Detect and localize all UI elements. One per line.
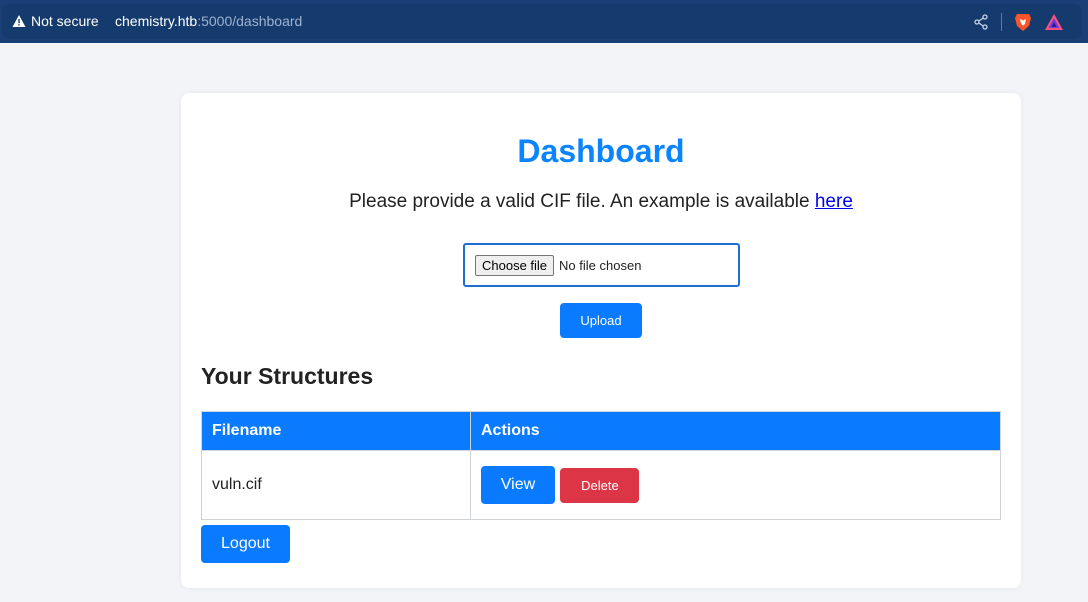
- share-icon[interactable]: [973, 14, 989, 30]
- brave-rewards-triangle-icon[interactable]: [1044, 13, 1064, 31]
- address-bar[interactable]: Not secure chemistry.htb:5000/dashboard: [2, 4, 1082, 39]
- structures-heading: Your Structures: [201, 363, 374, 389]
- url-text[interactable]: chemistry.htb:5000/dashboard: [115, 13, 302, 29]
- file-status-text: No file chosen: [559, 257, 642, 273]
- choose-file-button[interactable]: Choose file: [475, 254, 555, 276]
- actions-column-header: Actions: [470, 411, 1001, 451]
- upload-button[interactable]: Upload: [560, 303, 642, 338]
- upload-instructions: Please provide a valid CIF file. An exam…: [181, 191, 1021, 213]
- file-input[interactable]: Choose file No file chosen: [463, 243, 740, 287]
- browser-actions: [973, 12, 1064, 32]
- view-button[interactable]: View: [481, 466, 555, 504]
- warning-triangle-icon: [12, 15, 26, 27]
- table-row: vuln.cif View Delete: [201, 450, 1001, 520]
- page-title: Dashboard: [517, 133, 685, 169]
- brave-lion-icon[interactable]: [1014, 12, 1032, 32]
- logout-button[interactable]: Logout: [201, 525, 290, 563]
- table-header-row: Filename Actions: [201, 411, 1001, 451]
- instructions-text: Please provide a valid CIF file. An exam…: [349, 191, 815, 212]
- delete-button[interactable]: Delete: [560, 467, 640, 503]
- security-label: Not secure: [31, 13, 99, 29]
- filename-cell: vuln.cif: [201, 450, 471, 520]
- actions-cell: View Delete: [470, 450, 1001, 520]
- browser-toolbar: Not secure chemistry.htb:5000/dashboard: [0, 0, 1088, 43]
- filename-column-header: Filename: [201, 411, 471, 451]
- security-indicator[interactable]: Not secure: [12, 13, 99, 29]
- toolbar-divider: [1001, 13, 1002, 31]
- structures-table: Filename Actions vuln.cif View Delete: [201, 411, 1001, 520]
- example-link[interactable]: here: [815, 191, 853, 212]
- url-host: chemistry.htb: [115, 13, 198, 29]
- url-path: :5000/dashboard: [197, 13, 303, 29]
- dashboard-card: Dashboard Please provide a valid CIF fil…: [181, 93, 1021, 588]
